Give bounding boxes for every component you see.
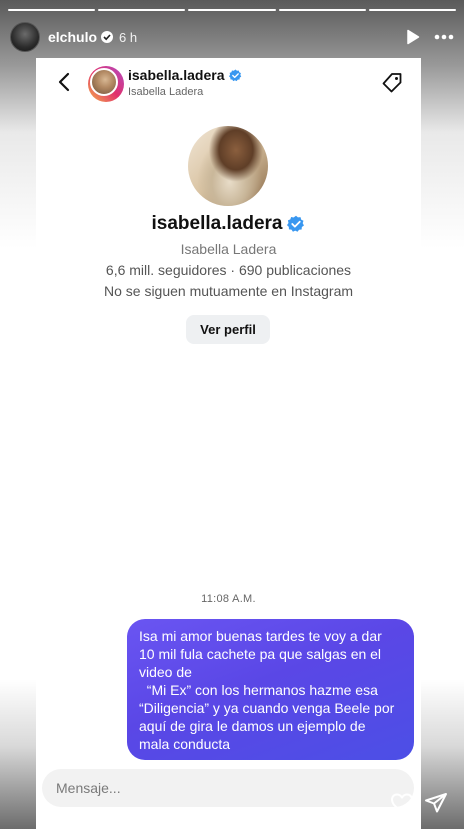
profile-mutual-status: No se siguen mutuamente en Instagram xyxy=(103,283,354,299)
progress-segment xyxy=(278,9,366,11)
story-user-avatar[interactable] xyxy=(10,22,40,52)
tag-icon[interactable] xyxy=(381,72,403,99)
send-icon[interactable] xyxy=(424,792,448,819)
verified-icon xyxy=(228,69,242,82)
message-line: aquí de gira le damos un ejemplo de xyxy=(139,718,366,734)
story-header: elchulo 6 h xyxy=(10,22,454,52)
message-bubble[interactable]: Isa mi amor buenas tardes te voy a dar 1… xyxy=(127,619,414,760)
dm-username[interactable]: isabella.ladera xyxy=(128,67,242,83)
progress-segment xyxy=(98,9,186,11)
view-profile-button[interactable]: Ver perfil xyxy=(186,315,270,344)
dm-avatar[interactable] xyxy=(88,66,124,102)
message-line: video de xyxy=(139,664,192,680)
profile-full-name: Isabella Ladera xyxy=(180,241,277,257)
heart-icon[interactable] xyxy=(390,792,414,819)
dm-screenshot-card: isabella.ladera Isabella Ladera isabella… xyxy=(36,58,421,829)
more-icon[interactable] xyxy=(434,34,454,40)
story-username[interactable]: elchulo xyxy=(48,29,97,45)
progress-segment xyxy=(8,9,96,11)
play-icon[interactable] xyxy=(406,29,420,45)
progress-segment xyxy=(188,9,276,11)
profile-photo xyxy=(188,126,268,206)
verified-icon xyxy=(101,31,114,43)
message-line: “Mi Ex” con los hermanos hazme esa xyxy=(139,682,378,698)
profile-username-text: isabella.ladera xyxy=(151,213,283,234)
message-line: 10 mil fula cachete pa que salgas en el xyxy=(139,646,382,662)
profile-username: isabella.ladera xyxy=(36,213,421,235)
progress-segment xyxy=(368,9,457,11)
profile-stats: 6,6 mill. seguidores · 690 publicaciones xyxy=(105,262,352,278)
message-line: Isa mi amor buenas tardes te voy a dar xyxy=(139,628,382,644)
message-line: “Diligencia” y ya cuando venga Beele por xyxy=(139,700,395,716)
dm-username-text: isabella.ladera xyxy=(128,67,225,83)
dm-header: isabella.ladera Isabella Ladera xyxy=(36,58,421,106)
story-reply-bar xyxy=(0,780,464,829)
message-line: mala conducta xyxy=(139,736,231,752)
message-timestamp: 11:08 A.M. xyxy=(201,593,256,605)
dm-full-name: Isabella Ladera xyxy=(128,86,204,98)
story-time: 6 h xyxy=(119,29,138,45)
story-progress-bar xyxy=(8,9,457,11)
verified-icon xyxy=(287,215,305,233)
back-icon[interactable] xyxy=(58,72,70,97)
